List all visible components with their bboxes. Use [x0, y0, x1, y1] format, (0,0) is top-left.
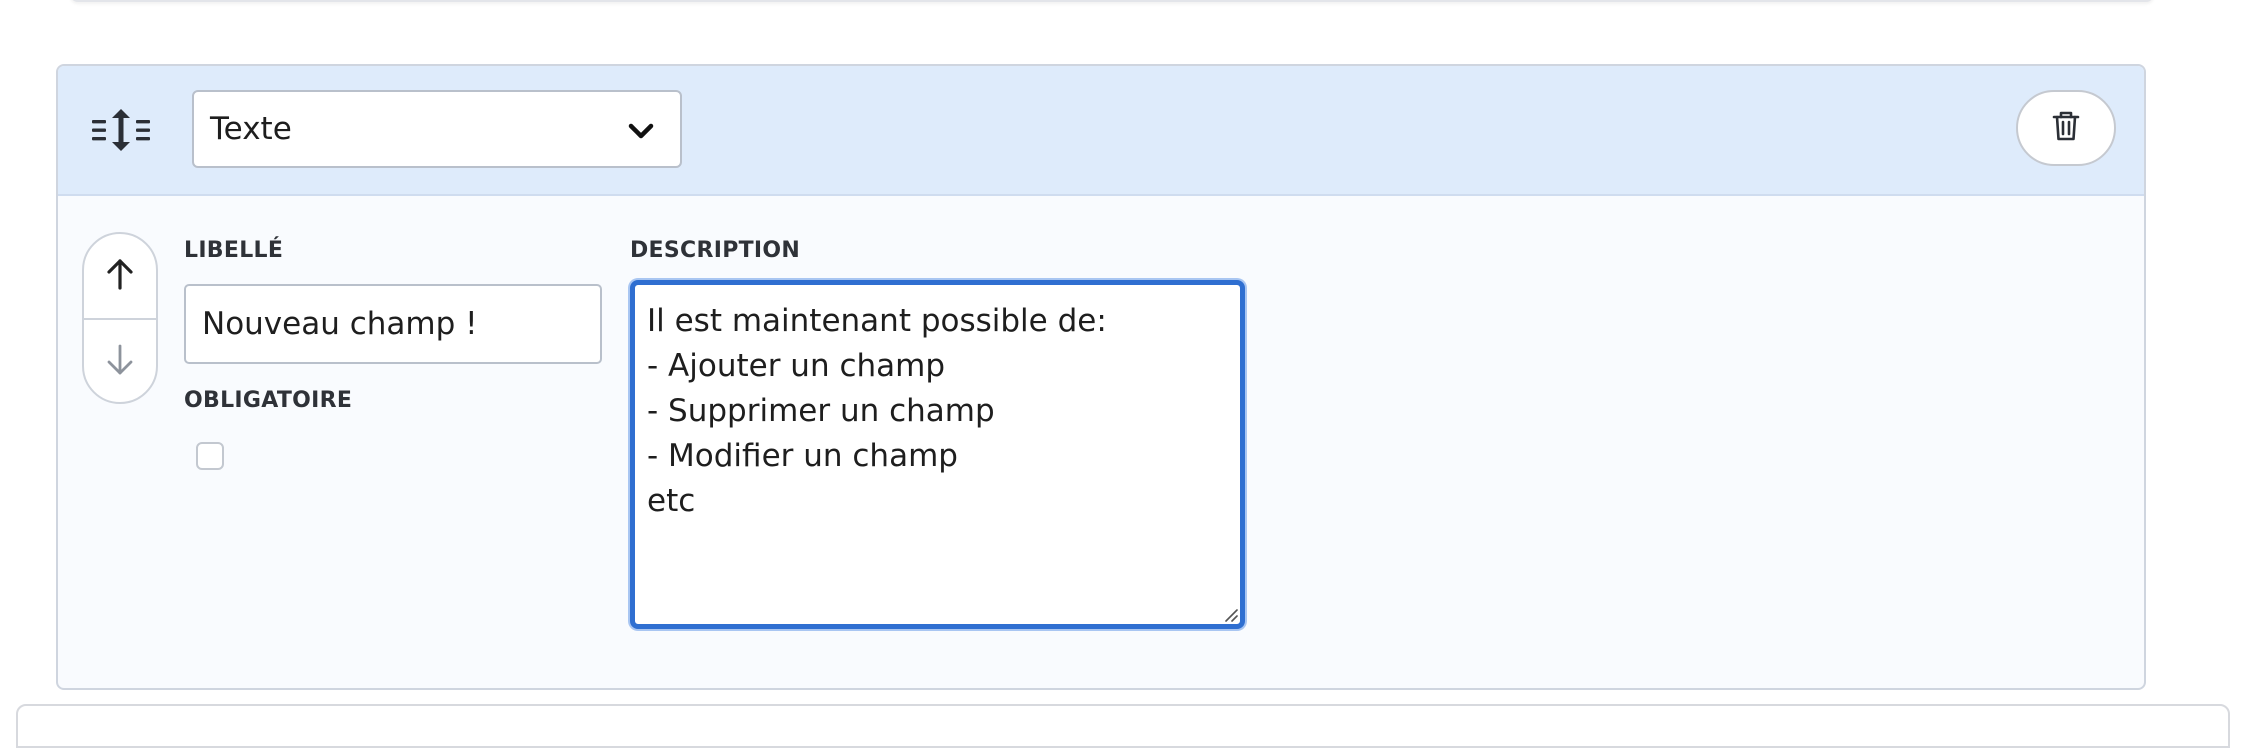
obligatoire-label: OBLIGATOIRE: [184, 388, 353, 413]
field-type-value: Texte: [210, 111, 292, 147]
arrow-up-icon: [105, 257, 135, 295]
description-textarea[interactable]: Il est maintenant possible de: - Ajouter…: [635, 285, 1240, 624]
resize-grip-icon[interactable]: [1222, 606, 1238, 622]
reorder-buttons: [82, 232, 158, 404]
libelle-input[interactable]: [184, 284, 602, 364]
field-card-header: Texte: [58, 66, 2144, 196]
arrow-down-icon: [105, 343, 135, 381]
drag-handle-icon[interactable]: [90, 108, 156, 152]
libelle-label: LIBELLÉ: [184, 238, 284, 263]
delete-field-button[interactable]: [2016, 90, 2116, 166]
previous-field-card: [70, 0, 2154, 2]
field-card: Texte LIBELLÉ Nouveau champ ! OBLIGATOIR…: [56, 64, 2146, 690]
move-up-button[interactable]: [84, 234, 156, 320]
field-type-select[interactable]: Texte: [192, 90, 682, 168]
next-field-card: [16, 704, 2230, 748]
obligatoire-checkbox[interactable]: [196, 442, 224, 470]
move-down-button[interactable]: [84, 320, 156, 402]
chevron-down-icon: [626, 116, 656, 146]
trash-icon: [2051, 110, 2081, 146]
description-textarea-wrapper: Il est maintenant possible de: - Ajouter…: [630, 280, 1245, 629]
description-label: DESCRIPTION: [630, 238, 801, 263]
